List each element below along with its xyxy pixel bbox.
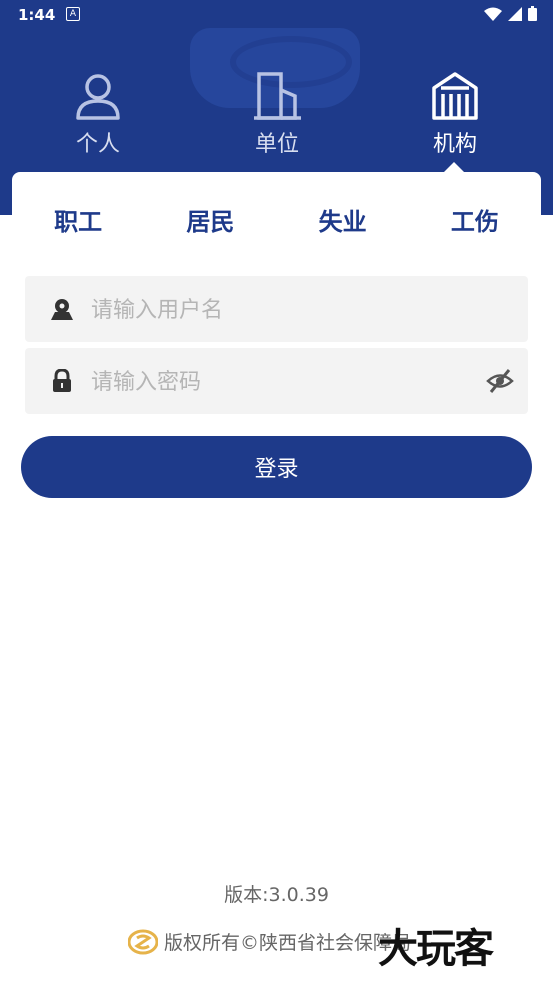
status-bar: 1:44 A: [0, 0, 553, 30]
sub-tab-unemployment[interactable]: 失业: [277, 200, 409, 244]
copyright-row: 版权所有©陕西省社会保障局: [128, 928, 411, 955]
copyright-text: 版权所有©陕西省社会保障局: [164, 932, 412, 954]
signal-icon: [508, 6, 522, 21]
notification-icon: A: [66, 7, 80, 21]
active-tab-pointer: [444, 162, 464, 172]
role-tab-personal[interactable]: 个人: [28, 70, 168, 165]
status-icons: [484, 6, 537, 21]
social-security-logo-icon: [128, 929, 158, 954]
sub-tab-resident[interactable]: 居民: [144, 200, 276, 244]
sub-tab-employee[interactable]: 职工: [12, 200, 144, 244]
watermark-text: 大玩客: [378, 926, 494, 972]
sub-tab-injury[interactable]: 工伤: [409, 200, 541, 244]
battery-icon: [528, 6, 537, 21]
eye-off-icon[interactable]: [486, 367, 514, 395]
institution-icon: [429, 70, 481, 122]
role-tab-label: 单位: [254, 132, 299, 157]
role-tab-institution[interactable]: 机构: [385, 70, 525, 165]
role-tab-label: 个人: [75, 132, 120, 157]
username-input[interactable]: [89, 276, 483, 344]
wifi-icon: [484, 7, 502, 21]
sub-tab-bar: 职工 居民 失业 工伤: [12, 200, 541, 244]
role-tab-company[interactable]: 单位: [207, 70, 347, 165]
version-text: 版本:3.0.39: [224, 884, 329, 906]
person-icon: [72, 70, 124, 122]
user-icon: [51, 299, 73, 320]
username-field: [25, 276, 528, 344]
role-tab-label: 机构: [432, 132, 477, 157]
building-icon: [251, 70, 303, 122]
lock-icon: [53, 369, 71, 392]
password-input[interactable]: [89, 348, 483, 416]
login-button[interactable]: 登录: [21, 436, 532, 498]
password-field: [25, 348, 528, 416]
status-time: 1:44: [18, 6, 56, 24]
